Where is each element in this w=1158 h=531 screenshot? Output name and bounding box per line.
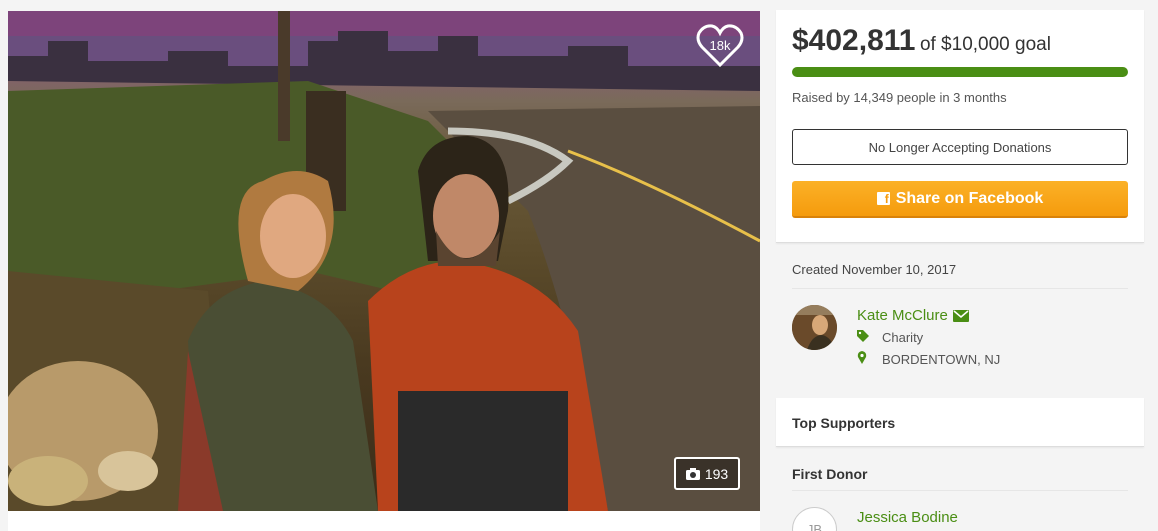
gallery-button[interactable]: 193 (674, 457, 740, 490)
top-supporters-card[interactable]: Top Supporters (776, 398, 1144, 447)
category-label: Charity (882, 330, 924, 345)
donation-card: $402,811 of $10,000 goal Raised by 14,34… (776, 10, 1144, 243)
photo-count-label: 193 (704, 465, 729, 482)
mail-icon[interactable] (952, 309, 969, 322)
first-donor-section: First Donor JB Jessica Bodine (776, 448, 1144, 531)
campaign-info: Created November 10, 2017 Kate McClure C… (776, 244, 1144, 386)
share-facebook-label: Share on Facebook (895, 189, 1044, 207)
category-row: Charity (857, 330, 923, 345)
donor-name[interactable]: Jessica Bodine (857, 509, 958, 526)
location-row: BORDENTOWN, NJ (857, 351, 1000, 367)
organizer-photo (792, 305, 837, 350)
like-count: 18k (709, 38, 731, 53)
goal-text: of $10,000 goal (919, 34, 1051, 55)
amount-raised: $402,811 (792, 24, 916, 57)
top-supporters-title: Top Supporters (792, 415, 896, 431)
like-button[interactable]: 18k (695, 23, 745, 69)
photo-scene (8, 11, 760, 511)
progress-fill (792, 67, 1128, 77)
donations-closed-button[interactable]: No Longer Accepting Donations (792, 129, 1128, 165)
map-marker-icon (857, 351, 882, 367)
created-date: Created November 10, 2017 (792, 262, 957, 277)
progress-bar (792, 67, 1128, 77)
campaign-photo[interactable]: 18k 193 (8, 11, 760, 511)
camera-icon (685, 467, 700, 480)
divider (792, 288, 1128, 289)
organizer-avatar[interactable] (792, 305, 837, 350)
organizer-name: Kate McClure (857, 307, 948, 324)
first-donor-title: First Donor (792, 466, 868, 482)
share-facebook-button[interactable]: f Share on Facebook (792, 181, 1128, 218)
raised-summary: Raised by 14,349 people in 3 months (792, 90, 1007, 105)
facebook-icon: f (876, 192, 890, 206)
tag-icon (857, 330, 882, 345)
photo-footer (8, 511, 760, 531)
amount-line: $402,811 of $10,000 goal (792, 24, 1051, 58)
divider (792, 490, 1128, 491)
location-label: BORDENTOWN, NJ (882, 351, 1001, 367)
donor-avatar: JB (792, 507, 837, 531)
organizer-link[interactable]: Kate McClure (857, 307, 969, 324)
